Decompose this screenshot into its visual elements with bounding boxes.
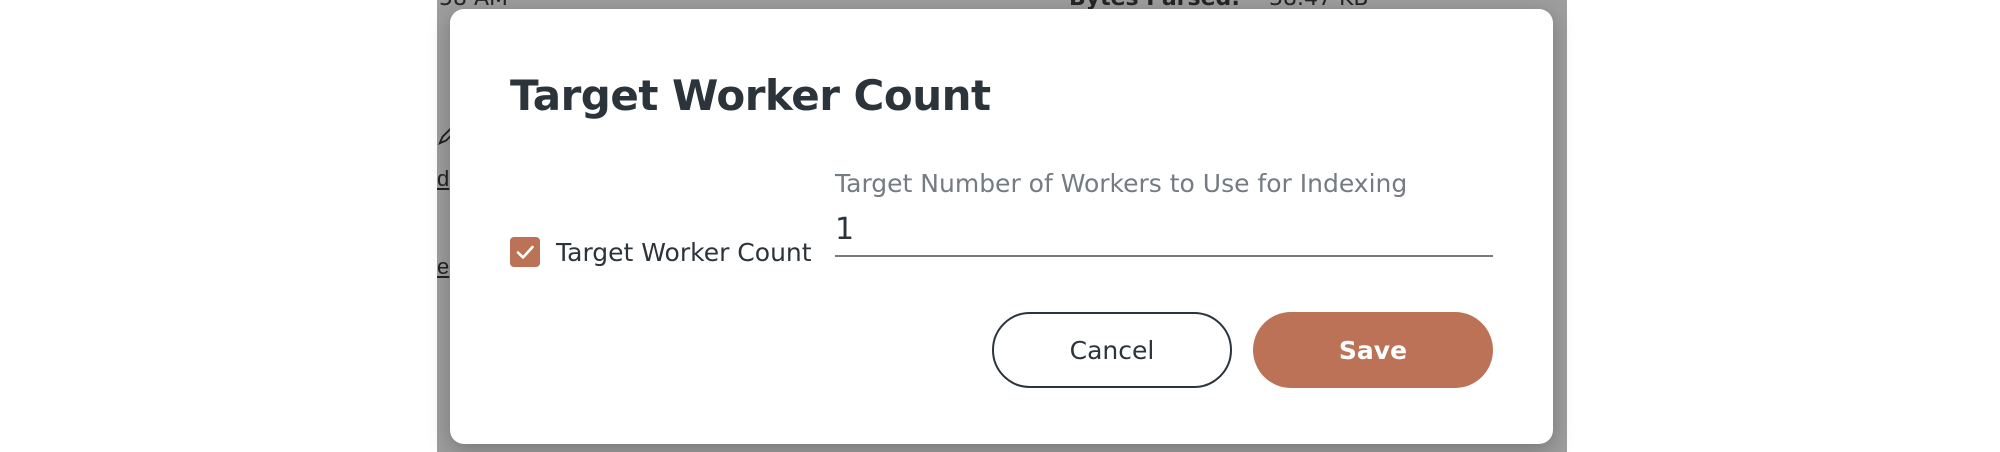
cancel-button[interactable]: Cancel bbox=[992, 312, 1232, 388]
target-worker-count-toggle[interactable]: Target Worker Count bbox=[510, 237, 812, 267]
worker-count-field: Target Number of Workers to Use for Inde… bbox=[835, 169, 1493, 257]
worker-count-label: Target Number of Workers to Use for Inde… bbox=[835, 169, 1408, 198]
checkmark-icon bbox=[516, 245, 534, 259]
worker-count-input[interactable] bbox=[835, 208, 1493, 257]
checkbox[interactable] bbox=[510, 237, 540, 267]
save-button[interactable]: Save bbox=[1253, 312, 1493, 388]
dialog-title: Target Worker Count bbox=[510, 71, 991, 120]
target-worker-count-dialog: Target Worker Count Target Worker Count … bbox=[450, 9, 1553, 444]
checkbox-label: Target Worker Count bbox=[556, 237, 812, 267]
